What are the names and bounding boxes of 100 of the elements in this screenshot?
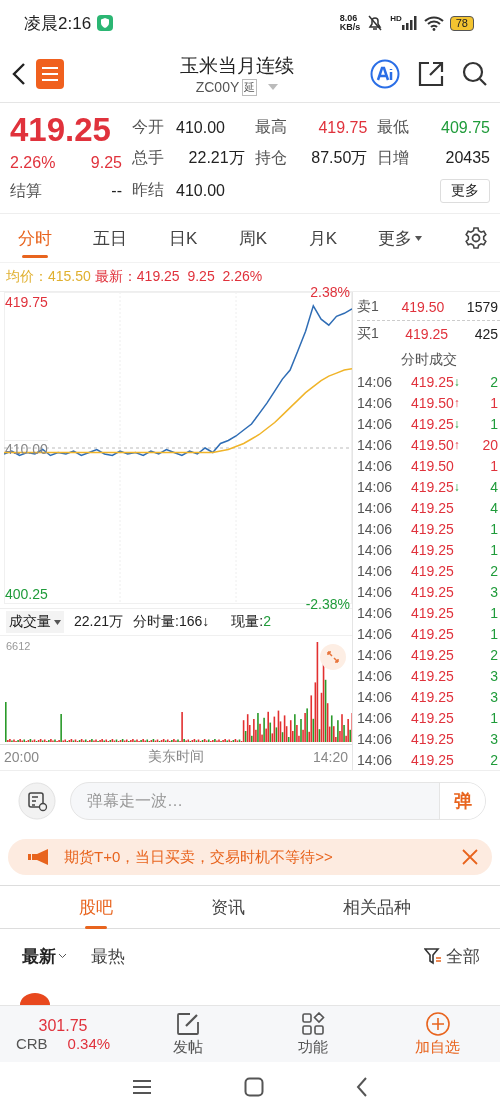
trade-volume: 3 — [490, 667, 498, 684]
trade-time: 14:06 — [357, 520, 394, 537]
trade-price: 419.25 — [411, 478, 454, 495]
field-value: 409.75 — [440, 118, 490, 137]
trade-time: 14:06 — [357, 541, 394, 558]
trade-price: 419.25 — [411, 373, 454, 390]
settings-icon[interactable] — [463, 226, 488, 250]
trade-volume: 3 — [490, 688, 498, 705]
chart-tab[interactable]: 月K — [308, 218, 337, 258]
field-value: 22.21万 — [187, 148, 245, 168]
field-label: 结算 — [10, 181, 42, 201]
field-value: 20435 — [444, 149, 490, 168]
bottom-action[interactable]: 发帖 — [126, 1011, 251, 1057]
field-label: 最低 — [377, 117, 411, 138]
trade-volume: 2 — [490, 373, 498, 390]
trade-volume: 1 — [490, 394, 498, 411]
expand-icon[interactable] — [320, 644, 346, 670]
caret-icon — [54, 619, 61, 625]
share-icon[interactable] — [418, 61, 444, 87]
chart-tab[interactable]: 周K — [238, 218, 268, 258]
trade-volume: 1 — [490, 625, 498, 642]
filter-icon — [424, 947, 442, 965]
field-label: 日增 — [377, 148, 411, 168]
field-label: 持仓 — [254, 148, 288, 168]
trade-price: 419.25 — [411, 667, 454, 684]
signal-icon — [401, 16, 418, 30]
chart-tab[interactable]: 日K — [168, 218, 198, 258]
field-label: 最高 — [254, 117, 288, 138]
volume-max-label: 6612 — [6, 640, 31, 652]
trade-price: 419.25 — [411, 520, 454, 537]
bottom-action[interactable]: 功能 — [250, 1011, 376, 1057]
change-percent: 2.26% — [10, 153, 56, 173]
sort-option[interactable]: 最新 — [22, 944, 67, 968]
trade-volume: 1 — [490, 457, 498, 474]
order-level: 买1 — [357, 325, 379, 343]
danmaku-settings-icon[interactable] — [18, 782, 56, 820]
last-price: 419.25 — [10, 111, 112, 149]
trade-price: 419.25 — [411, 541, 454, 558]
trade-time: 14:06 — [357, 394, 394, 411]
trade-time: 14:06 — [357, 688, 394, 705]
y-axis-label: 419.75 — [5, 294, 48, 310]
chart-tab[interactable]: 更多 — [378, 218, 423, 258]
field-label: 总手 — [132, 148, 165, 168]
field-label: 今开 — [132, 117, 165, 138]
index-name: CRB — [15, 1034, 48, 1052]
trade-time: 14:06 — [357, 730, 394, 747]
trade-volume: 1 — [490, 604, 498, 621]
trade-volume: 1 — [490, 520, 498, 537]
trade-time: 14:06 — [357, 667, 394, 684]
filter-button[interactable]: 全部 — [424, 944, 480, 968]
trade-volume: 3 — [490, 583, 498, 600]
current-volume-label: 现量: — [231, 613, 264, 629]
instrument-title: 玉米当月连续 — [180, 53, 294, 78]
trade-direction: ↑ — [453, 437, 460, 452]
total-volume: 22.21万 — [74, 613, 124, 631]
y-axis-label: 400.25 — [5, 585, 48, 602]
section-tab[interactable]: 资讯 — [211, 887, 245, 927]
trade-volume: 1 — [490, 709, 498, 726]
index-change: 0.34% — [67, 1034, 111, 1052]
trade-volume: 20 — [482, 436, 498, 453]
edit-icon — [176, 1011, 201, 1036]
field-value: 87.50万 — [310, 148, 368, 168]
close-icon[interactable] — [462, 849, 478, 865]
home-icon[interactable] — [244, 1076, 264, 1097]
trade-price: 419.25 — [411, 730, 454, 747]
order-price: 419.50 — [401, 299, 445, 315]
order-volume: 1579 — [466, 299, 498, 315]
grid-icon — [301, 1011, 325, 1036]
ai-icon[interactable] — [370, 59, 400, 89]
megaphone-icon — [28, 849, 50, 865]
trade-price: 419.50 — [411, 436, 454, 453]
back-icon[interactable] — [356, 1076, 368, 1097]
trade-price: 419.25 — [411, 709, 454, 726]
app-logo-icon — [36, 59, 64, 89]
back-icon[interactable] — [12, 62, 26, 86]
time-zone-label: 美东时间 — [148, 748, 204, 766]
battery-level: 78 — [449, 15, 474, 31]
trade-price: 419.25 — [411, 604, 454, 621]
time-start: 20:00 — [4, 749, 40, 765]
trade-price: 419.50 — [411, 394, 454, 411]
trade-volume: 2 — [490, 562, 498, 579]
axis-low-percent: -2.38% — [305, 596, 350, 612]
search-icon[interactable] — [462, 61, 488, 87]
section-tab[interactable]: 相关品种 — [343, 887, 411, 927]
trade-volume: 3 — [490, 730, 498, 747]
trade-time: 14:06 — [357, 436, 394, 453]
trade-direction: ↓ — [453, 479, 460, 494]
menu-icon[interactable] — [132, 1078, 152, 1095]
trade-time: 14:06 — [357, 709, 394, 726]
status-time: 凌晨2:16 — [24, 12, 92, 35]
chart-tab[interactable]: 五日 — [93, 218, 128, 258]
sort-option[interactable]: 最热 — [91, 944, 125, 968]
volume-selector[interactable]: 成交量 — [6, 611, 64, 633]
field-value: 410.00 — [176, 118, 226, 137]
more-button[interactable]: 更多 — [440, 178, 490, 203]
latest-price-info: 最新：419.25 9.25 2.26% — [94, 268, 263, 286]
network-speed: 8.06 KB/s — [339, 14, 361, 32]
trade-price: 419.25 — [411, 562, 454, 579]
trade-volume: 2 — [490, 751, 498, 768]
trade-time: 14:06 — [357, 562, 394, 579]
